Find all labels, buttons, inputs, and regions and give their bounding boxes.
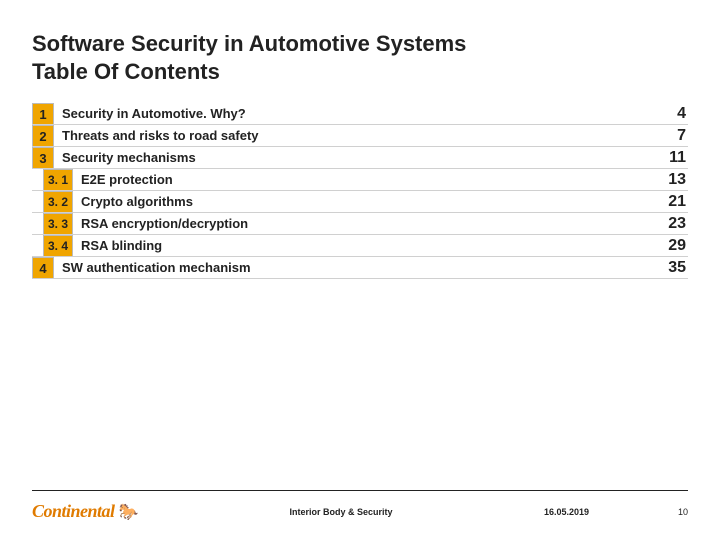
indent-spacer [32, 169, 43, 190]
toc-page: 23 [646, 213, 688, 234]
toc-label: RSA encryption/decryption [73, 213, 646, 234]
toc-page: 13 [646, 169, 688, 190]
footer-date: 16.05.2019 [544, 507, 664, 517]
title-block: Software Security in Automotive Systems … [32, 30, 688, 85]
indent-spacer [32, 191, 43, 212]
toc-number: 3. 3 [43, 213, 73, 234]
toc-page: 21 [646, 191, 688, 212]
toc-row: 3. 4 RSA blinding 29 [32, 235, 688, 257]
footer: Continental 🐎 Interior Body & Security 1… [32, 490, 688, 522]
continental-logo: Continental 🐎 [32, 501, 138, 522]
toc-row: 3. 3 RSA encryption/decryption 23 [32, 213, 688, 235]
indent-spacer [32, 235, 43, 256]
toc-label: Threats and risks to road safety [54, 125, 646, 146]
toc-row: 4 SW authentication mechanism 35 [32, 257, 688, 279]
toc-page: 35 [646, 257, 688, 278]
toc-page: 4 [646, 103, 688, 124]
slide: Software Security in Automotive Systems … [0, 0, 720, 540]
horse-icon: 🐎 [119, 502, 138, 522]
title-line2: Table Of Contents [32, 58, 688, 86]
toc-number: 3. 4 [43, 235, 73, 256]
toc-label: E2E protection [73, 169, 646, 190]
toc-row: 1 Security in Automotive. Why? 4 [32, 103, 688, 125]
toc-label: Security mechanisms [54, 147, 646, 168]
toc-row: 3. 2 Crypto algorithms 21 [32, 191, 688, 213]
toc-page: 7 [646, 125, 688, 146]
toc-label: Crypto algorithms [73, 191, 646, 212]
toc-label: SW authentication mechanism [54, 257, 646, 278]
toc-page: 29 [646, 235, 688, 256]
toc-number: 4 [32, 257, 54, 278]
toc-row: 3 Security mechanisms 11 [32, 147, 688, 169]
toc-number: 1 [32, 103, 54, 124]
toc-label: Security in Automotive. Why? [54, 103, 646, 124]
toc-number: 2 [32, 125, 54, 146]
toc-page: 11 [646, 147, 688, 168]
toc-number: 3. 1 [43, 169, 73, 190]
footer-page-number: 10 [664, 507, 688, 517]
table-of-contents: 1 Security in Automotive. Why? 4 2 Threa… [32, 103, 688, 279]
indent-spacer [32, 213, 43, 234]
toc-number: 3. 2 [43, 191, 73, 212]
toc-number: 3 [32, 147, 54, 168]
footer-row: Continental 🐎 Interior Body & Security 1… [32, 501, 688, 522]
toc-label: RSA blinding [73, 235, 646, 256]
toc-row: 2 Threats and risks to road safety 7 [32, 125, 688, 147]
toc-row: 3. 1 E2E protection 13 [32, 169, 688, 191]
logo-text: Continental [32, 501, 115, 522]
title-line1: Software Security in Automotive Systems [32, 30, 688, 58]
footer-rule [32, 490, 688, 491]
footer-center: Interior Body & Security [138, 507, 544, 517]
